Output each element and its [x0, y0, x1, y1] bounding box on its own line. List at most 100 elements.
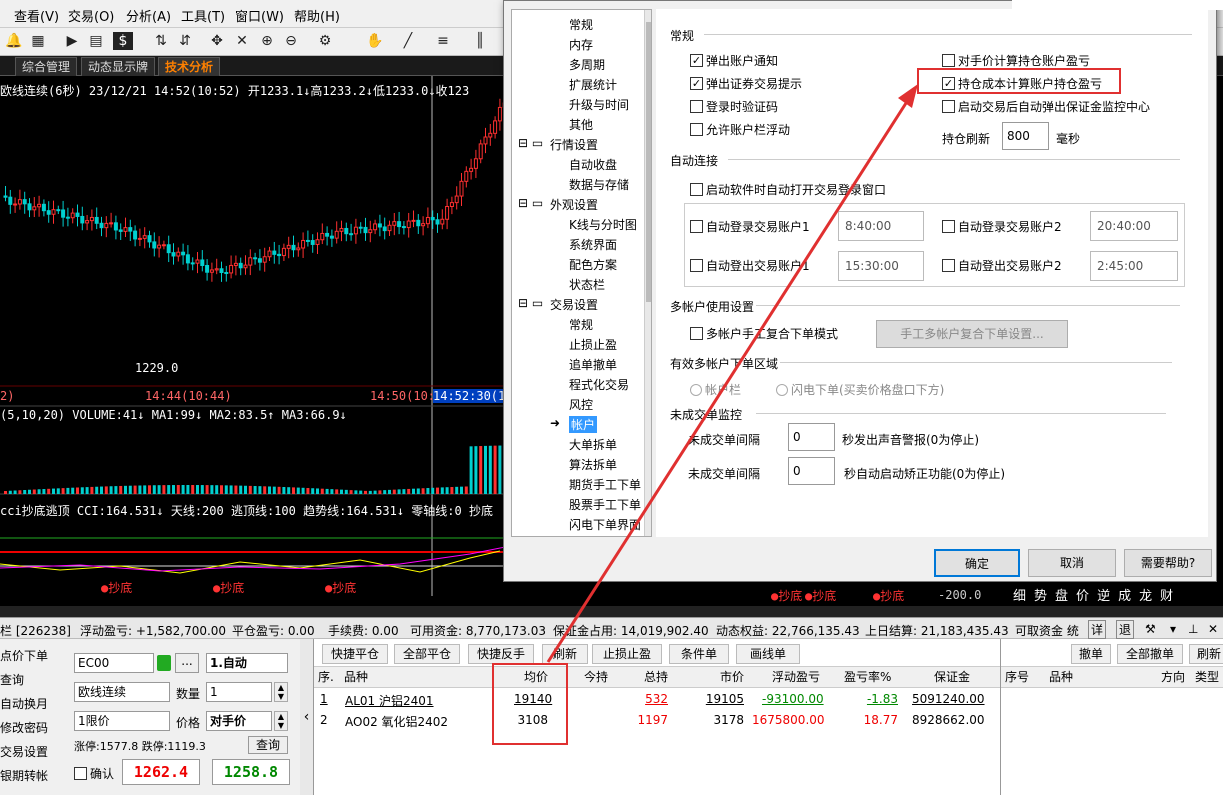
lines-icon[interactable]: ≡	[434, 32, 452, 50]
lock-icon[interactable]	[157, 655, 171, 671]
bell-icon[interactable]: 🔔	[5, 32, 23, 50]
col-direction[interactable]: 方向	[1161, 667, 1185, 687]
chart-tab-2[interactable]: 盘	[1055, 585, 1068, 604]
stop-loss-button[interactable]: 止损止盈	[592, 644, 662, 664]
tree-folder[interactable]: 行情设置	[550, 136, 598, 153]
cancel-button[interactable]: 取消	[1028, 549, 1116, 577]
col-type[interactable]: 类型	[1195, 667, 1219, 687]
chart-tab-6[interactable]: 龙	[1139, 585, 1152, 604]
col-margin[interactable]: 保证金	[934, 667, 970, 687]
sort-icon[interactable]: ⇅	[152, 32, 170, 50]
tree-item[interactable]: 大单拆单	[569, 436, 617, 453]
close-icon[interactable]: ✕	[1208, 622, 1218, 636]
col-serial[interactable]: 序号	[1005, 667, 1029, 687]
menu-tools[interactable]: 工具(T)	[181, 6, 225, 25]
confirm-checkbox[interactable]: 确认	[74, 765, 114, 782]
table-row[interactable]: 1 AL01 沪铝2401 19140 532 19105 -93100.00 …	[314, 690, 1011, 710]
conditional-order-button[interactable]: 条件单	[669, 644, 729, 664]
query-button[interactable]: 查询	[248, 736, 288, 754]
col-market-price[interactable]: 市价	[720, 667, 744, 687]
chart-tab-7[interactable]: 财	[1160, 585, 1173, 604]
nav-query[interactable]: 查询	[0, 671, 24, 688]
chart-icon[interactable]: ▦	[29, 32, 47, 50]
menu-view[interactable]: 查看(V)	[14, 6, 59, 25]
tree-item[interactable]: K线与分时图	[569, 216, 637, 233]
tree-item[interactable]: 多周期	[569, 56, 605, 73]
chart-tab-3[interactable]: 价	[1076, 585, 1089, 604]
tree-item[interactable]: 程式化交易	[569, 376, 629, 393]
hand-icon[interactable]: ✋	[366, 32, 384, 50]
quick-close-button[interactable]: 快捷平仓	[322, 644, 388, 664]
pin-icon[interactable]: ⊥	[1188, 622, 1198, 636]
auto-login1-time[interactable]: 8:40:00	[838, 211, 924, 241]
tree-item[interactable]: 算法拆单	[569, 456, 617, 473]
tree-item[interactable]: 状态栏	[569, 276, 605, 293]
float-account-bar-checkbox[interactable]: 允许账户栏浮动	[690, 121, 790, 138]
cancel-order-button[interactable]: 撤单	[1071, 644, 1111, 664]
tree-item[interactable]: 系统界面	[569, 236, 617, 253]
help-button[interactable]: 需要帮助?	[1124, 549, 1212, 577]
zoom-in-icon[interactable]: ⊕	[258, 32, 276, 50]
more-button[interactable]: ...	[175, 653, 199, 673]
tree-folder[interactable]: 外观设置	[550, 196, 598, 213]
nav-auto-rollover[interactable]: 自动换月	[0, 695, 48, 712]
nav-trade-settings[interactable]: 交易设置	[0, 743, 48, 760]
chart-tab-1[interactable]: 势	[1034, 585, 1047, 604]
unfilled2-input[interactable]: 0	[788, 457, 835, 485]
auto-logout1-time[interactable]: 15:30:00	[838, 251, 924, 281]
tree-item[interactable]: 其他	[569, 116, 593, 133]
sell-price-button[interactable]: 1258.8	[212, 759, 290, 785]
split-icon[interactable]: ⇵	[176, 32, 194, 50]
dropdown-icon[interactable]: ▾	[1170, 622, 1176, 636]
bars-icon[interactable]: ║	[471, 32, 489, 50]
login-captcha-checkbox[interactable]: 登录时验证码	[690, 98, 778, 115]
menu-window[interactable]: 窗口(W)	[235, 6, 284, 25]
tree-item[interactable]: 自动收盘	[569, 156, 617, 173]
price-input[interactable]: 对手价	[206, 711, 272, 731]
qty-spinner[interactable]: ▲ ▼	[274, 682, 288, 702]
kline-chart[interactable]: 欧线连续(6秒) 23/12/21 14:52(10:52) 开1233.1↓高…	[0, 76, 510, 606]
auto-logout1-checkbox[interactable]: 自动登出交易账户1	[690, 257, 810, 274]
detail-button[interactable]: 详	[1088, 620, 1107, 639]
col-total[interactable]: 总持	[644, 667, 668, 687]
auto-open-login-checkbox[interactable]: 启动软件时自动打开交易登录窗口	[690, 181, 886, 198]
chart-tab-5[interactable]: 成	[1118, 585, 1131, 604]
refresh-input[interactable]: 800	[1002, 122, 1049, 150]
tree-scrollbar[interactable]	[644, 10, 651, 536]
col-product[interactable]: 品种	[344, 667, 368, 687]
close-all-button[interactable]: 全部平仓	[394, 644, 460, 664]
nav-change-password[interactable]: 修改密码	[0, 719, 48, 736]
play-icon[interactable]: ▶	[63, 32, 81, 50]
line-draw-icon[interactable]: ╱	[399, 32, 417, 50]
menu-trade[interactable]: 交易(O)	[68, 6, 114, 25]
opp-price-pl-checkbox[interactable]: 对手价计算持仓账户盈亏	[942, 52, 1090, 69]
col-pl-rate[interactable]: 盈亏率%	[844, 667, 891, 687]
chart-tab-0[interactable]: 细	[1013, 585, 1026, 604]
radio-flash-order[interactable]: 闪电下单(买卖价格盘口下方)	[776, 381, 944, 398]
col-today[interactable]: 今持	[584, 667, 608, 687]
tree-item[interactable]: 内存	[569, 36, 593, 53]
tab-technical-analysis[interactable]: 技术分析	[158, 57, 221, 76]
tree-item[interactable]: 配色方案	[569, 256, 617, 273]
zoom-out-icon[interactable]: ⊖	[282, 32, 300, 50]
tree-item[interactable]: 股票手工下单	[569, 496, 641, 513]
quick-reverse-button[interactable]: 快捷反手	[468, 644, 534, 664]
multi-account-settings-button[interactable]: 手工多帐户复合下单设置...	[876, 320, 1068, 348]
nav-bank-transfer[interactable]: 银期转帐	[0, 767, 48, 784]
move-icon[interactable]: ✥	[208, 32, 226, 50]
col-float-pl[interactable]: 浮动盈亏	[772, 667, 820, 687]
menu-analysis[interactable]: 分析(A)	[126, 6, 171, 25]
refresh-button[interactable]: 刷新	[542, 644, 588, 664]
tree-item[interactable]: 风控	[569, 396, 593, 413]
tree-item[interactable]: 常规	[569, 16, 593, 33]
open-mode-select[interactable]: 1.自动	[206, 653, 288, 673]
cross-icon[interactable]: ✕	[233, 32, 251, 50]
price-type-select[interactable]: 1限价	[74, 711, 170, 731]
tool-icon[interactable]: ⚒	[1145, 622, 1156, 636]
cancel-all-button[interactable]: 全部撤单	[1117, 644, 1183, 664]
radio-account-bar[interactable]: 帐户栏	[690, 381, 741, 398]
settings-tree[interactable]: 常规 内存 多周期 扩展统计 升级与时间 其他 行情设置 ⊟ ▭ 自动收盘 数据与存储 外观设置 ⊟ …	[511, 9, 652, 537]
tree-item[interactable]: 帐户	[569, 416, 598, 433]
buy-price-button[interactable]: 1262.4	[122, 759, 200, 785]
exit-button[interactable]: 退	[1116, 620, 1135, 639]
